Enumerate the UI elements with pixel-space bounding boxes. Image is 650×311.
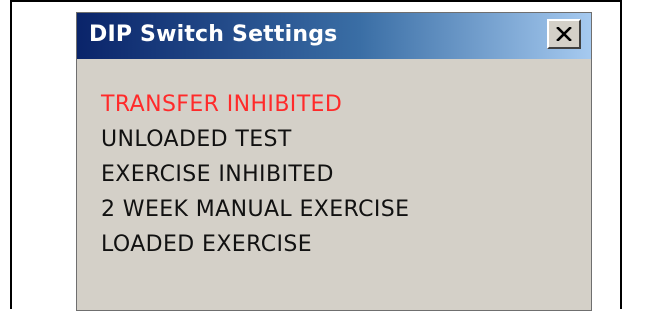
window-title: DIP Switch Settings bbox=[89, 22, 338, 47]
outer-frame: DIP Switch Settings TRANSFER INHIBITED U… bbox=[10, 0, 622, 311]
dip-switch-settings-dialog: DIP Switch Settings TRANSFER INHIBITED U… bbox=[76, 12, 592, 311]
setting-unloaded-test: UNLOADED TEST bbox=[101, 127, 292, 152]
setting-exercise-inhibited: EXERCISE INHIBITED bbox=[101, 162, 334, 187]
title-bar[interactable]: DIP Switch Settings bbox=[77, 13, 591, 59]
close-button[interactable] bbox=[547, 19, 581, 49]
close-icon bbox=[556, 27, 572, 41]
setting-2-week-manual-exercise: 2 WEEK MANUAL EXERCISE bbox=[101, 197, 410, 222]
setting-transfer-inhibited: TRANSFER INHIBITED bbox=[101, 92, 343, 117]
settings-list: TRANSFER INHIBITED UNLOADED TEST EXERCIS… bbox=[77, 59, 591, 262]
setting-loaded-exercise: LOADED EXERCISE bbox=[101, 232, 313, 257]
